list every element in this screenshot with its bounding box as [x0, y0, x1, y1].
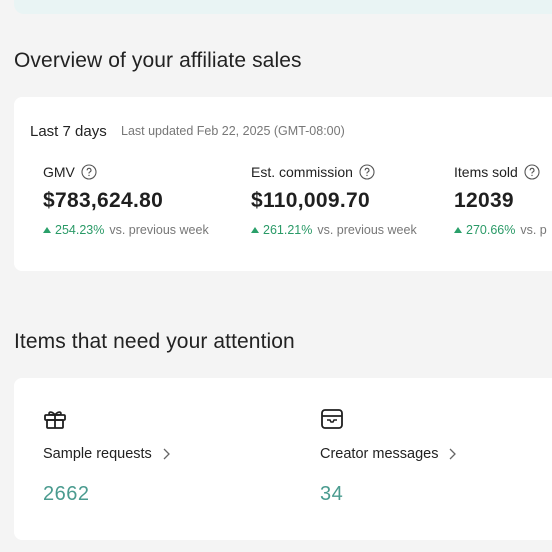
last-updated-text: Last updated Feb 22, 2025 (GMT-08:00): [121, 124, 345, 138]
metric-label: Est. commission: [251, 164, 353, 180]
gift-icon: [43, 408, 67, 430]
metric-change: 270.66% vs. p: [454, 223, 547, 237]
arrow-up-icon: [251, 227, 259, 233]
sample-requests-item: Sample requests 2662: [43, 408, 170, 506]
overview-card: Last 7 days Last updated Feb 22, 2025 (G…: [14, 97, 552, 271]
change-percent: 254.23%: [55, 223, 105, 237]
metric-change: 261.21% vs. previous week: [251, 223, 417, 237]
chevron-right-icon: [450, 448, 457, 460]
metric-change: 254.23% vs. previous week: [43, 223, 209, 237]
sample-requests-count[interactable]: 2662: [43, 483, 170, 506]
top-banner: [14, 0, 552, 14]
metric-label: GMV: [43, 164, 75, 180]
change-compare: vs. previous week: [109, 223, 209, 237]
creator-messages-item: Creator messages 34: [320, 408, 457, 506]
help-icon[interactable]: [359, 164, 375, 180]
sample-requests-link[interactable]: Sample requests: [43, 446, 170, 462]
att-label-text: Sample requests: [43, 446, 152, 462]
metric-gmv: GMV $783,624.80 254.23% vs. previous wee…: [43, 164, 209, 237]
metric-est-commission: Est. commission $110,009.70 261.21% vs. …: [251, 164, 417, 237]
metric-items-sold: Items sold 12039 270.66% vs. p: [454, 164, 547, 237]
creator-messages-link[interactable]: Creator messages: [320, 446, 457, 462]
arrow-up-icon: [43, 227, 51, 233]
chevron-right-icon: [163, 448, 170, 460]
help-icon[interactable]: [524, 164, 540, 180]
message-box-icon: [320, 408, 344, 430]
metric-value: $783,624.80: [43, 189, 164, 212]
change-compare: vs. previous week: [317, 223, 417, 237]
change-percent: 261.21%: [263, 223, 313, 237]
arrow-up-icon: [454, 227, 462, 233]
change-compare: vs. p: [520, 223, 547, 237]
attention-card: Sample requests 2662 Creator messages 34: [14, 378, 552, 540]
overview-section-title: Overview of your affiliate sales: [14, 49, 302, 72]
help-icon[interactable]: [81, 164, 97, 180]
metric-value: 12039: [454, 189, 514, 212]
attention-section-title: Items that need your attention: [14, 330, 295, 353]
change-percent: 270.66%: [466, 223, 516, 237]
metric-value: $110,009.70: [251, 189, 370, 212]
period-label: Last 7 days: [30, 123, 107, 140]
creator-messages-count[interactable]: 34: [320, 483, 456, 506]
metric-label: Items sold: [454, 164, 518, 180]
att-label-text: Creator messages: [320, 446, 439, 462]
